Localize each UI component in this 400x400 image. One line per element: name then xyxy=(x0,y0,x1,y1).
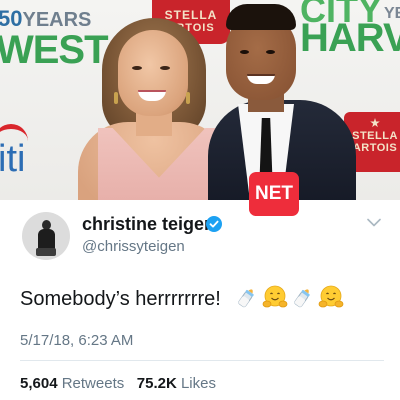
tweet-card: christine teigen @chrissyteigen Somebody… xyxy=(0,200,400,400)
woman-eye-left xyxy=(132,66,142,70)
man-hair xyxy=(226,4,296,30)
chevron-down-icon[interactable] xyxy=(366,216,382,228)
baby-bottle-icon xyxy=(238,289,254,308)
tweet-timestamp[interactable]: 5/17/18, 6:23 AM xyxy=(20,332,133,349)
event-photo[interactable]: 50YEARS WEST CITY YE HARV iti STELLA ART… xyxy=(0,0,400,200)
user-handle[interactable]: @chrissyteigen xyxy=(82,238,185,255)
retweets-label: Retweets xyxy=(61,375,125,392)
net-watermark-logo: NET xyxy=(249,172,299,216)
man-eye-left xyxy=(240,50,249,54)
hugging-face-icon xyxy=(262,285,288,308)
earring-right xyxy=(186,92,190,104)
retweets-link[interactable]: 5,604 Retweets xyxy=(20,375,128,392)
backdrop-citi-text: iti xyxy=(0,138,26,180)
tweet-text: Somebody’s herrrrrrre! xyxy=(20,288,221,310)
baby-bottle-icon xyxy=(294,289,310,308)
display-name[interactable]: christine teigen xyxy=(82,214,215,235)
likes-count: 75.2K xyxy=(136,375,177,392)
likes-label: Likes xyxy=(180,375,216,392)
man-eye-right xyxy=(266,50,275,54)
woman-eye-right xyxy=(160,66,170,70)
avatar-figure-legs xyxy=(36,248,56,256)
backdrop-years-text: 50YEARS xyxy=(0,6,92,31)
verified-badge-icon xyxy=(206,216,222,232)
star-icon xyxy=(370,118,380,128)
backdrop-harvest-text: HARV xyxy=(300,16,400,60)
checkmark-icon xyxy=(209,220,219,228)
divider xyxy=(20,360,384,361)
woman-face xyxy=(118,30,188,116)
backdrop-west-text: WEST xyxy=(0,28,109,72)
earring-left xyxy=(114,92,118,104)
likes-link[interactable]: 75.2K Likes xyxy=(137,375,216,392)
hugging-face-icon xyxy=(318,285,344,308)
retweets-count: 5,604 xyxy=(20,375,58,392)
avatar[interactable] xyxy=(22,212,70,260)
engagement-stats: 5,604 Retweets 75.2K Likes xyxy=(20,375,216,392)
